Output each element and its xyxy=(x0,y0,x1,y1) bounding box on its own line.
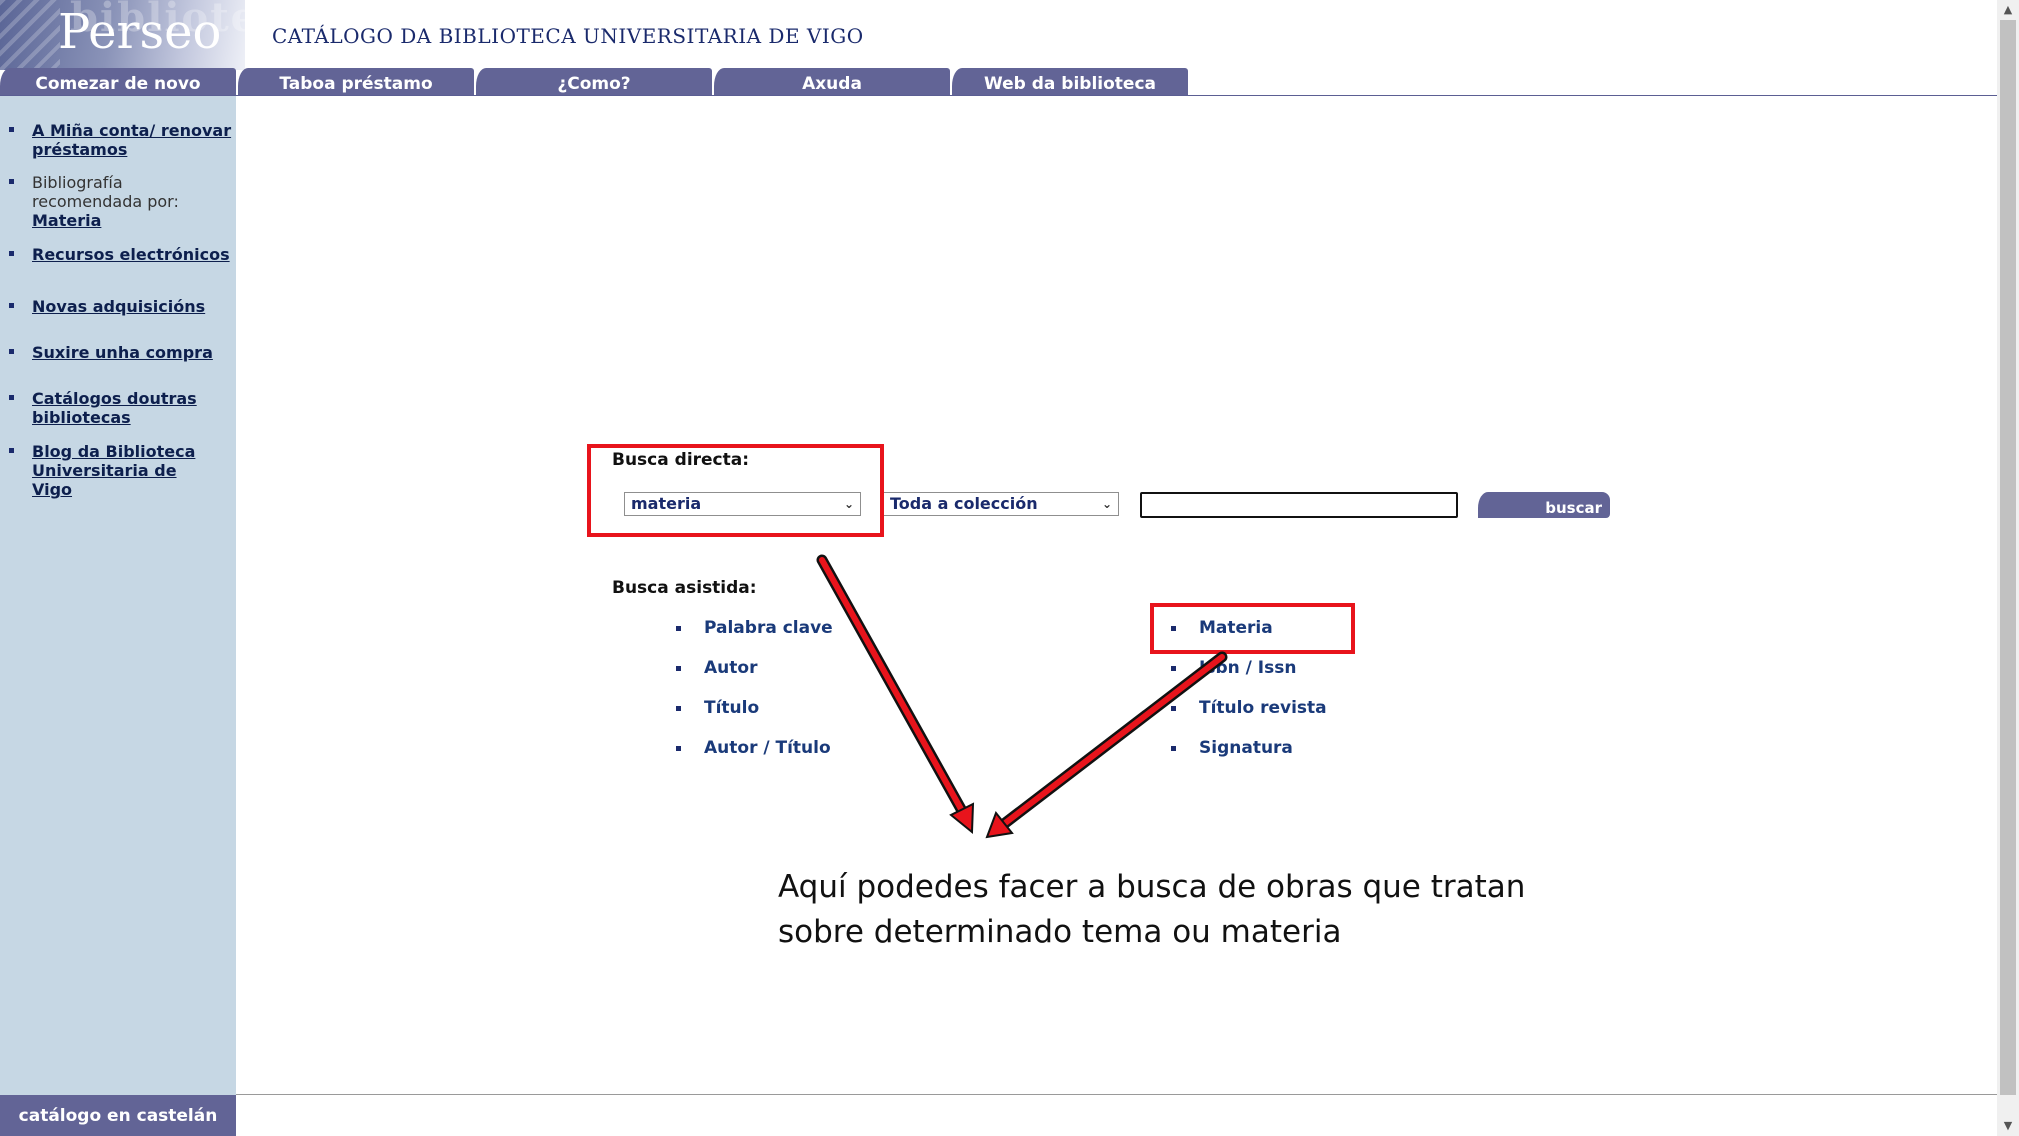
sidebar-bibliography-label: Bibliografía recomendada por: xyxy=(32,173,179,211)
bullet-icon xyxy=(676,706,681,711)
sidebar-link-electronic-resources[interactable]: Recursos electrónicos xyxy=(32,245,232,264)
assisted-link-autor[interactable]: Autor xyxy=(704,658,757,678)
logo-decoration xyxy=(0,0,60,70)
bullet-icon xyxy=(1171,666,1176,671)
sidebar-link-blog[interactable]: Blog da Biblioteca Universitaria de Vigo xyxy=(32,442,197,499)
highlight-box-direct-search xyxy=(587,444,884,537)
bullet-icon xyxy=(9,349,14,354)
footer-divider xyxy=(236,1094,1997,1095)
assisted-link-titulo-revista[interactable]: Título revista xyxy=(1199,698,1327,718)
bullet-icon xyxy=(9,448,14,453)
scroll-down-arrow-icon[interactable]: ▼ xyxy=(1997,1116,2019,1136)
page-header: biblioteca Perseo CATÁLOGO DA BIBLIOTECA… xyxy=(0,0,1997,70)
arrow-from-materia xyxy=(985,651,1228,839)
scroll-up-arrow-icon[interactable]: ▲ xyxy=(1997,0,2019,20)
highlight-box-materia xyxy=(1150,603,1355,654)
chevron-down-icon: ⌄ xyxy=(1101,497,1112,511)
bullet-icon xyxy=(676,626,681,631)
annotation-arrows xyxy=(816,554,1228,839)
sidebar-link-suggest-purchase[interactable]: Suxire unha compra xyxy=(32,343,232,362)
sidebar-link-other-catalogs[interactable]: Catálogos doutras bibliotecas xyxy=(32,389,232,427)
sidebar-bibliography-block: Bibliografía recomendada por: Materia xyxy=(32,173,232,230)
bullet-icon xyxy=(9,179,14,184)
annotation-text: Aquí podedes facer a busca de obras que … xyxy=(778,869,1526,950)
search-input[interactable] xyxy=(1140,492,1458,518)
tab-como[interactable]: ¿Como? xyxy=(476,68,712,96)
search-button[interactable]: buscar xyxy=(1478,492,1610,518)
assisted-link-autor-titulo[interactable]: Autor / Título xyxy=(704,738,831,758)
arrow-from-direct-search xyxy=(816,554,975,835)
bullet-icon xyxy=(9,395,14,400)
collection-select[interactable]: Toda a colección ⌄ xyxy=(883,492,1119,516)
tab-axuda[interactable]: Axuda xyxy=(714,68,950,96)
logo-text: Perseo xyxy=(58,4,222,60)
bullet-icon xyxy=(1171,746,1176,751)
bullet-icon xyxy=(9,251,14,256)
header-divider xyxy=(0,95,1997,96)
sidebar-link-my-account[interactable]: A Miña conta/ renovar préstamos xyxy=(32,121,232,159)
assisted-link-signatura[interactable]: Signatura xyxy=(1199,738,1293,758)
bullet-icon xyxy=(1171,706,1176,711)
sidebar-link-materia[interactable]: Materia xyxy=(32,211,101,230)
tab-comezar-de-novo[interactable]: Comezar de novo xyxy=(0,68,236,96)
bullet-icon xyxy=(676,666,681,671)
catalog-title: CATÁLOGO DA BIBLIOTECA UNIVERSITARIA DE … xyxy=(272,24,864,48)
collection-value: Toda a colección xyxy=(890,494,1038,513)
tab-taboa-prestamo[interactable]: Taboa préstamo xyxy=(238,68,474,96)
sidebar-link-new-acquisitions[interactable]: Novas adquisicións xyxy=(32,297,232,316)
assisted-link-isbn-issn[interactable]: Isbn / Issn xyxy=(1199,658,1296,678)
vertical-scrollbar[interactable]: ▲ ▼ xyxy=(1997,0,2019,1136)
assisted-link-titulo[interactable]: Título xyxy=(704,698,759,718)
bullet-icon xyxy=(9,127,14,132)
sidebar: A Miña conta/ renovar préstamos Bibliogr… xyxy=(0,96,236,1095)
scrollbar-thumb[interactable] xyxy=(2000,20,2016,1095)
bullet-icon xyxy=(9,303,14,308)
assisted-search-label: Busca asistida: xyxy=(612,578,757,598)
bullet-icon xyxy=(676,746,681,751)
tab-web-da-biblioteca[interactable]: Web da biblioteca xyxy=(952,68,1188,96)
main-nav-tabs: Comezar de novo Taboa préstamo ¿Como? Ax… xyxy=(0,68,1200,96)
assisted-link-palabra-clave[interactable]: Palabra clave xyxy=(704,618,833,638)
perseo-logo[interactable]: biblioteca Perseo xyxy=(0,0,245,70)
spanish-catalog-link[interactable]: catálogo en castelán xyxy=(0,1095,236,1136)
